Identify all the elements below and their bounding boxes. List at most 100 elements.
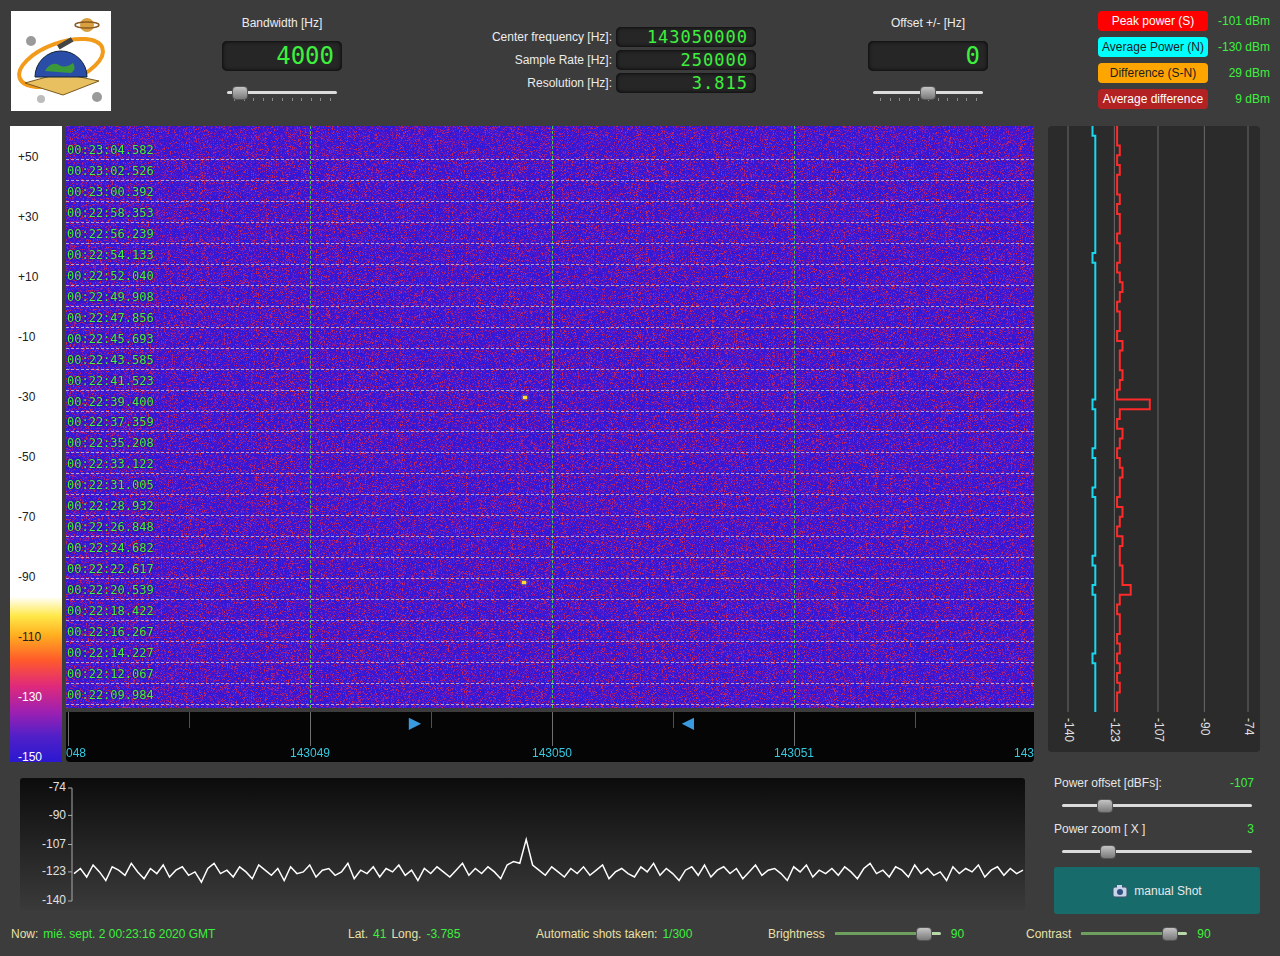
slider-tick [253, 98, 254, 101]
time-label: 00:22:16.267 [67, 625, 154, 639]
axis-tick [915, 712, 916, 728]
readout-value: 143050000 [647, 27, 748, 47]
time-label: 00:22:52.040 [67, 269, 154, 283]
slider-tick [330, 98, 331, 101]
slider-handle[interactable] [1097, 799, 1113, 813]
bandwidth-group: Bandwidth [Hz]4000 [222, 11, 342, 126]
planet [80, 18, 94, 32]
time-gridline [66, 369, 1034, 370]
legend-label: Peak power (S) [1112, 14, 1195, 28]
moon [37, 95, 45, 103]
bandwidth-slider-wrap [227, 83, 337, 103]
status-segment: Now:mié. sept. 2 00:23:16 2020 GMT [11, 927, 348, 941]
time-gridline [66, 704, 1034, 705]
bandwidth-display: 4000 [222, 41, 342, 71]
spectrum-axis-tick [68, 815, 72, 816]
time-gridline [66, 222, 1034, 223]
readout-label: Sample Rate [Hz]: [456, 50, 612, 70]
contrast-label: Contrast [1026, 927, 1071, 941]
power-gridline [1068, 126, 1069, 712]
scale-label: -90 [18, 570, 35, 584]
scale-label: -50 [18, 450, 35, 464]
average-power-line [1093, 126, 1096, 712]
slider-tick [947, 98, 948, 101]
power-zoom-row: Power zoom [ X ]3 [1054, 819, 1260, 839]
power-offset-row: Power offset [dBFs]:-107 [1054, 773, 1260, 793]
power-offset-label: Power offset [dBFs]: [1054, 776, 1162, 790]
bandwidth-slider[interactable] [227, 83, 337, 103]
slider-handle[interactable] [920, 86, 936, 100]
time-gridline [66, 515, 1034, 516]
offset-value: 0 [966, 42, 980, 70]
time-label: 00:22:56.239 [67, 227, 154, 241]
time-label: 00:22:14.227 [67, 646, 154, 660]
manual-shot-button[interactable]: manual Shot [1054, 867, 1260, 914]
status-segment: Lat.41Long.-3.785 [348, 927, 536, 941]
power-zoom-value: 3 [1247, 822, 1254, 836]
legend-badge: Average Power (N) [1098, 37, 1208, 57]
spectrum-axis-tick [68, 788, 72, 789]
slider-handle[interactable] [916, 927, 932, 941]
slider-tick [292, 98, 293, 101]
time-gridline [66, 390, 1034, 391]
offset-display: 0 [868, 41, 988, 71]
axis-tick [794, 712, 795, 746]
time-label: 00:22:33.122 [67, 457, 154, 471]
time-label: 00:22:43.585 [67, 353, 154, 367]
readout-label: Center frequency [Hz]: [456, 27, 612, 47]
time-gridline [66, 348, 1034, 349]
time-gridline [66, 411, 1034, 412]
contrast-slider[interactable] [1081, 924, 1187, 944]
power-zoom-slider[interactable] [1062, 842, 1252, 862]
bandwidth-marker[interactable]: ◀ [682, 714, 694, 732]
time-gridline [66, 473, 1034, 474]
spectrum-axis-label: -90 [49, 808, 67, 822]
time-gridline [66, 578, 1034, 579]
shots-label: Automatic shots taken: [536, 927, 657, 941]
time-label: 00:22:20.539 [67, 583, 154, 597]
color-scale: +50+30+10-10-30-50-70-90-110-130-150 [10, 126, 62, 762]
spectrum-axis-tick [68, 871, 72, 872]
slider-handle[interactable] [1100, 845, 1116, 859]
slider-handle[interactable] [232, 86, 248, 100]
spectrum-axis-label: -107 [42, 837, 66, 851]
app-window: Bandwidth [Hz]4000 Center frequency [Hz]:… [0, 0, 1280, 956]
offset-slider[interactable] [873, 83, 983, 103]
readout-display: 143050000 [616, 27, 756, 47]
time-gridline [66, 494, 1034, 495]
logo [11, 11, 111, 111]
camera-lens [1117, 889, 1123, 895]
readout-value: 250000 [681, 50, 748, 70]
logo-icon [11, 11, 111, 111]
scale-label: +50 [18, 150, 38, 164]
time-label: 00:23:04.582 [67, 143, 154, 157]
power-offset-slider-wrap [1054, 793, 1260, 819]
time-label: 00:22:39.400 [67, 395, 154, 409]
frequency-label: 048 [66, 746, 86, 760]
legend-label: Difference (S-N) [1110, 66, 1196, 80]
time-gridline [66, 180, 1034, 181]
slider-handle[interactable] [1162, 927, 1178, 941]
power-offset-slider[interactable] [1062, 796, 1252, 816]
time-label: 00:22:28.932 [67, 499, 154, 513]
detection-dot [522, 581, 526, 584]
time-label: 00:22:58.353 [67, 206, 154, 220]
time-label: 00:22:49.908 [67, 290, 154, 304]
brightness-label: Brightness [768, 927, 825, 941]
spectrum-axis-label: -123 [42, 864, 66, 878]
axis-tick [431, 712, 432, 728]
time-gridline [66, 201, 1034, 202]
status-segment: Automatic shots taken:1/300 [536, 927, 768, 941]
bandwidth-marker[interactable]: ▶ [409, 714, 421, 732]
brightness-slider[interactable] [835, 924, 941, 944]
legend-badge: Peak power (S) [1098, 11, 1208, 31]
power-history-panel: -140-123-107-90-74 [1048, 126, 1260, 752]
spectrum-line [74, 839, 1023, 882]
peak-power-line [1117, 126, 1150, 712]
time-label: 00:23:00.392 [67, 185, 154, 199]
spectrum-axis-tick [68, 901, 72, 902]
toolbar: Bandwidth [Hz]4000 Center frequency [Hz]:… [0, 0, 1280, 126]
legend-label: Average difference [1103, 92, 1203, 106]
time-label: 00:22:26.848 [67, 520, 154, 534]
power-zoom-slider-wrap [1054, 839, 1260, 865]
